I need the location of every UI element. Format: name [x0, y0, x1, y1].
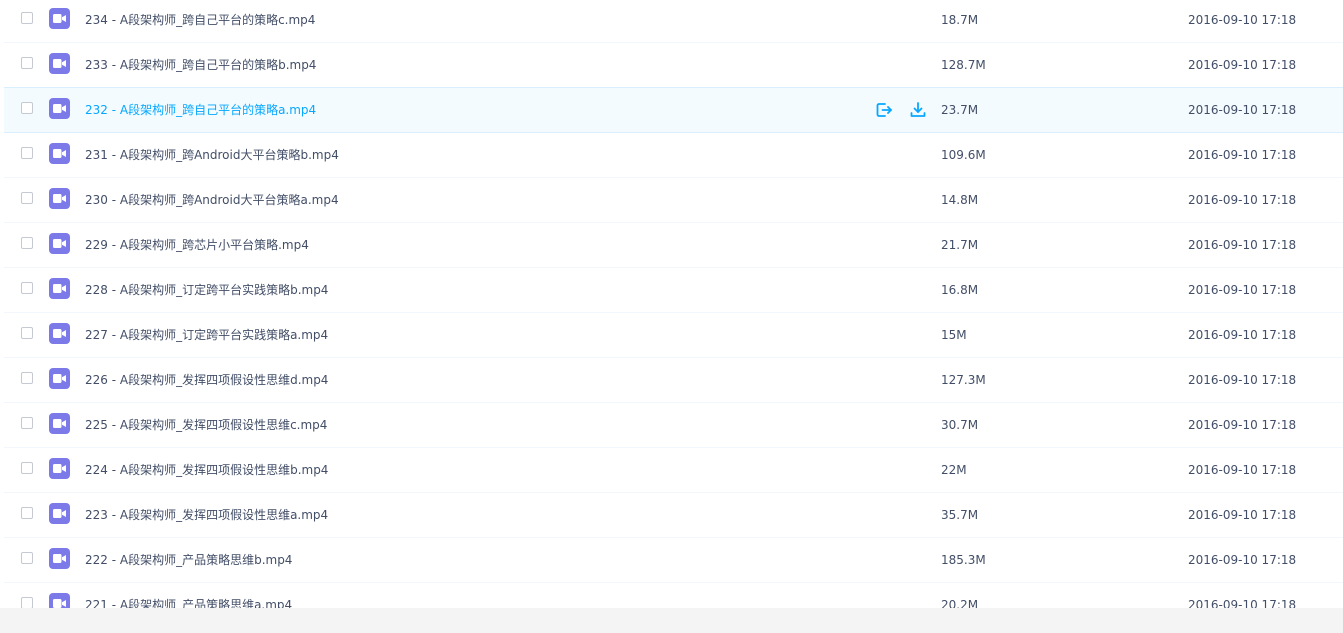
- file-size: 127.3M: [941, 373, 986, 387]
- file-size: 185.3M: [941, 553, 986, 567]
- video-file-icon: [49, 53, 70, 74]
- file-name-link[interactable]: 233 - A段架构师_跨自己平台的策略b.mp4: [85, 57, 316, 73]
- file-size: 22M: [941, 463, 967, 477]
- video-file-icon: [49, 593, 70, 608]
- file-modified-date: 2016-09-10 17:18: [1188, 463, 1297, 477]
- file-size: 14.8M: [941, 193, 979, 207]
- file-row[interactable]: 233 - A段架构师_跨自己平台的策略b.mp4 128.7M 2016-09-1…: [4, 43, 1343, 88]
- file-size: 21.7M: [941, 238, 979, 252]
- video-file-icon: [49, 188, 70, 209]
- file-checkbox[interactable]: [21, 282, 33, 294]
- file-row[interactable]: 225 - A段架构师_发挥四项假设性思维c.mp4 30.7M 2016-09-1…: [4, 403, 1343, 448]
- file-name-link[interactable]: 222 - A段架构师_产品策略思维b.mp4: [85, 552, 292, 568]
- file-name-link[interactable]: 228 - A段架构师_订定跨平台实践策略b.mp4: [85, 282, 328, 298]
- file-row[interactable]: 224 - A段架构师_发挥四项假设性思维b.mp4 22M 2016-09-10 …: [4, 448, 1343, 493]
- file-modified-date: 2016-09-10 17:18: [1188, 373, 1297, 387]
- file-name-link[interactable]: 224 - A段架构师_发挥四项假设性思维b.mp4: [85, 462, 328, 478]
- file-size: 128.7M: [941, 58, 986, 72]
- video-file-icon: [49, 8, 70, 29]
- file-name-link[interactable]: 232 - A段架构师_跨自己平台的策略a.mp4: [85, 102, 316, 118]
- file-row[interactable]: 229 - A段架构师_跨芯片小平台策略.mp4 21.7M 2016-09-10 …: [4, 223, 1343, 268]
- file-modified-date: 2016-09-10 17:18: [1188, 598, 1297, 608]
- file-name-link[interactable]: 223 - A段架构师_发挥四项假设性思维a.mp4: [85, 507, 328, 523]
- file-row[interactable]: 232 - A段架构师_跨自己平台的策略a.mp4 23.7M 2016-09-10…: [4, 87, 1343, 133]
- file-size: 35.7M: [941, 508, 979, 522]
- file-name-link[interactable]: 226 - A段架构师_发挥四项假设性思维d.mp4: [85, 372, 328, 388]
- video-file-icon: [49, 323, 70, 344]
- file-list: 234 - A段架构师_跨自己平台的策略c.mp4 18.7M 2016-09-10…: [0, 0, 1343, 608]
- file-checkbox[interactable]: [21, 507, 33, 519]
- file-checkbox[interactable]: [21, 12, 33, 24]
- footer-bar: [0, 608, 1343, 633]
- download-icon[interactable]: [908, 100, 928, 120]
- share-icon[interactable]: [874, 100, 894, 120]
- file-modified-date: 2016-09-10 17:18: [1188, 148, 1297, 162]
- file-checkbox[interactable]: [21, 192, 33, 204]
- file-name-link[interactable]: 225 - A段架构师_发挥四项假设性思维c.mp4: [85, 417, 327, 433]
- file-name-link[interactable]: 227 - A段架构师_订定跨平台实践策略a.mp4: [85, 327, 328, 343]
- file-size: 30.7M: [941, 418, 979, 432]
- file-checkbox[interactable]: [21, 372, 33, 384]
- file-checkbox[interactable]: [21, 417, 33, 429]
- file-row[interactable]: 221 - A段架构师_产品策略思维a.mp4 20.2M 2016-09-10 1…: [4, 583, 1343, 608]
- file-checkbox[interactable]: [21, 57, 33, 69]
- file-checkbox[interactable]: [21, 552, 33, 564]
- file-size: 16.8M: [941, 283, 979, 297]
- file-row[interactable]: 223 - A段架构师_发挥四项假设性思维a.mp4 35.7M 2016-09-1…: [4, 493, 1343, 538]
- file-row[interactable]: 231 - A段架构师_跨Android大平台策略b.mp4 109.6M 2016…: [4, 133, 1343, 178]
- file-size: 23.7M: [941, 103, 979, 117]
- video-file-icon: [49, 548, 70, 569]
- file-checkbox[interactable]: [21, 597, 33, 608]
- file-modified-date: 2016-09-10 17:18: [1188, 418, 1297, 432]
- file-name-link[interactable]: 234 - A段架构师_跨自己平台的策略c.mp4: [85, 12, 315, 28]
- file-modified-date: 2016-09-10 17:18: [1188, 58, 1297, 72]
- file-modified-date: 2016-09-10 17:18: [1188, 553, 1297, 567]
- file-row[interactable]: 228 - A段架构师_订定跨平台实践策略b.mp4 16.8M 2016-09-1…: [4, 268, 1343, 313]
- file-size: 18.7M: [941, 13, 979, 27]
- file-modified-date: 2016-09-10 17:18: [1188, 238, 1297, 252]
- file-name-link[interactable]: 230 - A段架构师_跨Android大平台策略a.mp4: [85, 192, 339, 208]
- file-checkbox[interactable]: [21, 327, 33, 339]
- file-size: 15M: [941, 328, 967, 342]
- video-file-icon: [49, 233, 70, 254]
- file-name-link[interactable]: 229 - A段架构师_跨芯片小平台策略.mp4: [85, 237, 309, 253]
- file-modified-date: 2016-09-10 17:18: [1188, 193, 1297, 207]
- file-checkbox[interactable]: [21, 102, 33, 114]
- video-file-icon: [49, 98, 70, 119]
- file-modified-date: 2016-09-10 17:18: [1188, 508, 1297, 522]
- file-row[interactable]: 222 - A段架构师_产品策略思维b.mp4 185.3M 2016-09-10 …: [4, 538, 1343, 583]
- file-modified-date: 2016-09-10 17:18: [1188, 13, 1297, 27]
- file-modified-date: 2016-09-10 17:18: [1188, 283, 1297, 297]
- video-file-icon: [49, 503, 70, 524]
- video-file-icon: [49, 458, 70, 479]
- video-file-icon: [49, 278, 70, 299]
- file-size: 109.6M: [941, 148, 986, 162]
- file-modified-date: 2016-09-10 17:18: [1188, 328, 1297, 342]
- file-checkbox[interactable]: [21, 147, 33, 159]
- video-file-icon: [49, 413, 70, 434]
- file-row[interactable]: 234 - A段架构师_跨自己平台的策略c.mp4 18.7M 2016-09-10…: [4, 0, 1343, 43]
- file-modified-date: 2016-09-10 17:18: [1188, 103, 1297, 117]
- video-file-icon: [49, 368, 70, 389]
- file-row[interactable]: 226 - A段架构师_发挥四项假设性思维d.mp4 127.3M 2016-09-…: [4, 358, 1343, 403]
- file-size: 20.2M: [941, 598, 979, 608]
- file-row[interactable]: 230 - A段架构师_跨Android大平台策略a.mp4 14.8M 2016-…: [4, 178, 1343, 223]
- video-file-icon: [49, 143, 70, 164]
- file-name-link[interactable]: 231 - A段架构师_跨Android大平台策略b.mp4: [85, 147, 339, 163]
- file-checkbox[interactable]: [21, 462, 33, 474]
- file-checkbox[interactable]: [21, 237, 33, 249]
- file-row[interactable]: 227 - A段架构师_订定跨平台实践策略a.mp4 15M 2016-09-10 …: [4, 313, 1343, 358]
- file-name-link[interactable]: 221 - A段架构师_产品策略思维a.mp4: [85, 597, 292, 608]
